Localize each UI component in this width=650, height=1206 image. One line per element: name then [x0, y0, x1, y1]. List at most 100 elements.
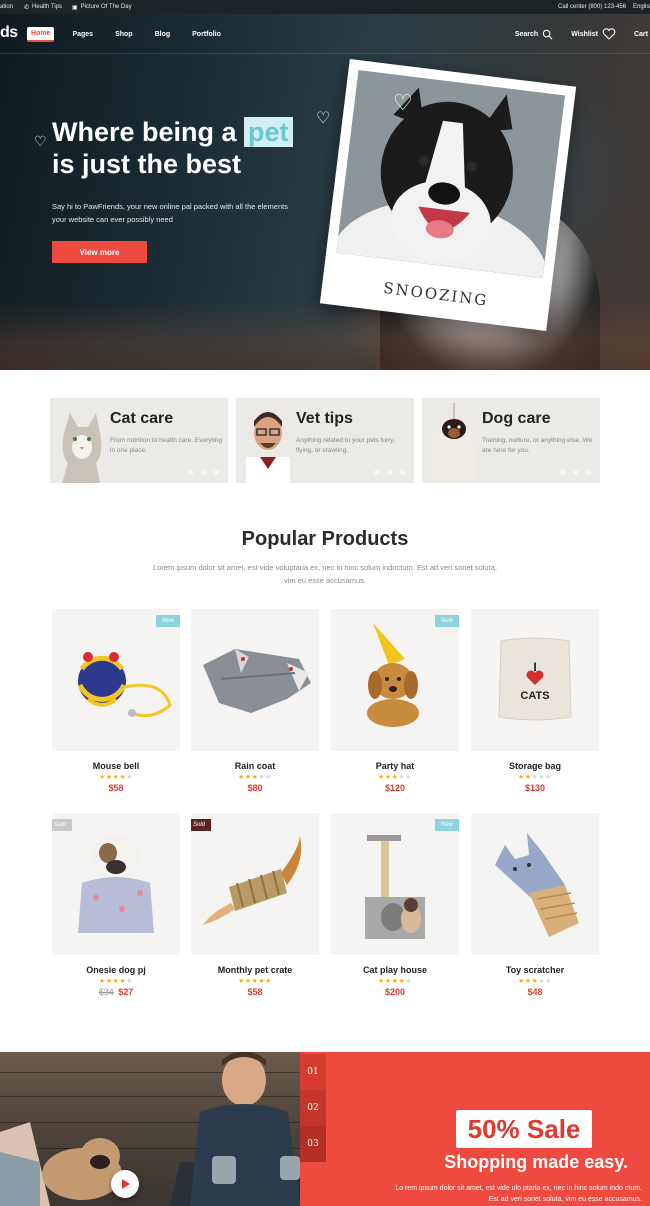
rating-stars: ★★★★★ — [99, 978, 133, 985]
vet-photo — [246, 412, 290, 483]
topbar-fragment[interactable]: ation — [0, 0, 13, 14]
banner-headline: Shopping made easy. — [444, 1152, 628, 1172]
product-name[interactable]: Toy scratcher — [471, 965, 599, 975]
section-subtitle: Lorem ipsum dolor sit amet, est vide vol… — [153, 563, 497, 585]
category-title: Cat care — [110, 410, 174, 427]
product-name[interactable]: Rain coat — [191, 761, 319, 771]
cart-label: Cart — [633, 30, 648, 38]
category-card-vet-tips[interactable]: Vet tips Anything related to your pets f… — [236, 398, 414, 483]
topbar-health-tips[interactable]: ✆ Health Tips — [24, 0, 62, 14]
heart-icon — [602, 28, 616, 40]
heart-doodle-icon: ♡ — [393, 90, 413, 115]
cart-button[interactable]: Cart — [634, 31, 648, 38]
wishlist-label: Wishlist — [571, 30, 598, 38]
toy-scratcher — [495, 833, 579, 937]
product-name[interactable]: Party hat — [331, 761, 459, 771]
hero-title-line1: Where being a — [52, 117, 237, 147]
category-description: Anything related to your pets furry, fly… — [296, 437, 395, 454]
page: ation ✆ Health Tips ▣ Picture Of The Day… — [0, 0, 650, 1206]
hero-floor — [0, 300, 650, 370]
nav-links: Home Pages Shop Blog Portfolio — [27, 14, 225, 54]
language-selector[interactable]: English — [633, 0, 650, 14]
rating-stars: ★★★★★ — [238, 774, 272, 781]
product-image[interactable]: Sold — [191, 813, 319, 955]
product-card[interactable]: New Party hat ★★★★★ $120 — [331, 609, 459, 793]
product-card[interactable]: Rain coat ★★★★★ $80 — [191, 609, 319, 793]
call-center: Call center (800) 123-456 — [558, 4, 627, 10]
product-name[interactable]: Mouse bell — [52, 761, 180, 771]
logo[interactable]: ds — [0, 24, 18, 42]
badge-new: New — [155, 615, 180, 627]
category-title: Dog care — [482, 410, 551, 427]
product-card[interactable]: New Mouse bell ★★★★★ $58 — [52, 609, 180, 793]
product-image[interactable]: New — [331, 813, 459, 955]
nav-blog[interactable]: Blog — [151, 28, 175, 41]
category-card-dog-care[interactable]: Dog care Training, nurture, or anything … — [422, 398, 600, 483]
onesie-dog — [78, 823, 154, 933]
product-name[interactable]: Monthly pet crate — [191, 965, 319, 975]
product-image[interactable]: I CATS — [471, 609, 599, 751]
dog-in-bag-photo — [432, 403, 476, 483]
heart-doodle-icon: ♡ — [34, 133, 47, 149]
hero-title: Where being a pet is just the best — [52, 116, 352, 180]
product-name[interactable]: Storage bag — [471, 761, 599, 771]
product-image[interactable]: New — [52, 609, 180, 751]
rain-coat — [203, 649, 311, 713]
slider-tab-1[interactable]: 01 — [300, 1054, 326, 1090]
nav-right: Search Wishlist Cart — [515, 14, 648, 54]
section-title: Popular Products — [241, 528, 409, 550]
product-card[interactable]: I CATS Storage bag ★★★★★ $130 — [471, 609, 599, 793]
product-card[interactable]: Toy scratcher ★★★★★ $48 — [471, 813, 599, 997]
cat-photo — [62, 413, 102, 483]
pet-crate-toy — [203, 833, 302, 925]
main-nav: ds Home Pages Shop Blog Portfolio Search… — [0, 14, 650, 54]
product-card[interactable]: Sold Monthly pet crate ★★★★★ $58 — [191, 813, 319, 997]
play-video-button[interactable] — [111, 1170, 139, 1198]
wishlist-button[interactable]: Wishlist — [571, 28, 616, 40]
rating-stars: ★★★★★ — [518, 978, 552, 985]
picture-of-day-label: Picture Of The Day — [80, 4, 132, 10]
banner-text: Lo rem ipsum dolor sit amet, est vide ul… — [395, 1185, 642, 1203]
nav-home[interactable]: Home — [27, 26, 55, 42]
polaroid-frame: SNOOZING — [319, 59, 577, 331]
badge-sale: Sale — [52, 819, 73, 831]
product-price: $34 $27 — [52, 987, 180, 997]
rating-stars: ★★★★★ — [378, 978, 412, 985]
category-card-cat-care[interactable]: Cat care From nutrition to health care. … — [50, 398, 228, 483]
hero-title-line2: is just the best — [52, 149, 242, 179]
rating-stars: ★★★★★ — [99, 774, 133, 781]
camera-icon: ▣ — [72, 4, 78, 11]
product-name[interactable]: Onesie dog pj — [52, 965, 180, 975]
product-image[interactable]: Sale — [52, 813, 180, 955]
product-image[interactable] — [471, 813, 599, 955]
product-image[interactable]: New — [331, 609, 459, 751]
slider-tabs: 01 02 03 — [300, 1052, 326, 1206]
hero-title-highlight: pet — [244, 117, 293, 147]
topbar-picture-of-day[interactable]: ▣ Picture Of The Day — [72, 0, 132, 14]
paw-prints-icon: ❀ ❀ ❀ — [559, 468, 594, 477]
product-name[interactable]: Cat play house — [331, 965, 459, 975]
product-card[interactable]: Sale Onesie dog pj ★★★★★ $34 $27 — [52, 813, 180, 997]
party-hat-puppy — [367, 623, 419, 727]
border-collie-illustration — [336, 70, 565, 279]
product-card[interactable]: New Cat play house ★★★★★ $200 — [331, 813, 459, 997]
mouse-bell-toy — [77, 652, 172, 718]
product-price: $80 — [247, 783, 263, 793]
rating-stars: ★★★★★ — [238, 978, 272, 985]
search-label: Search — [514, 30, 539, 38]
slider-tab-2[interactable]: 02 — [300, 1090, 326, 1126]
nav-portfolio[interactable]: Portfolio — [188, 28, 225, 41]
category-description: From nutrition to health care. Everyting… — [110, 437, 222, 454]
search-button[interactable]: Search — [515, 29, 553, 40]
badge-sold: Sold — [191, 819, 212, 831]
paw-prints-icon: ❀ ❀ ❀ — [373, 468, 408, 477]
bag-print-cats: CATS — [520, 690, 549, 702]
nav-pages[interactable]: Pages — [68, 28, 97, 41]
nav-shop[interactable]: Shop — [111, 28, 137, 41]
product-old-price: $34 — [98, 987, 114, 997]
health-tips-label: Health Tips — [32, 4, 63, 10]
view-more-button[interactable]: View more — [52, 241, 147, 263]
banner-photo — [0, 1052, 300, 1206]
product-image[interactable] — [191, 609, 319, 751]
rating-stars: ★★★★★ — [518, 774, 552, 781]
